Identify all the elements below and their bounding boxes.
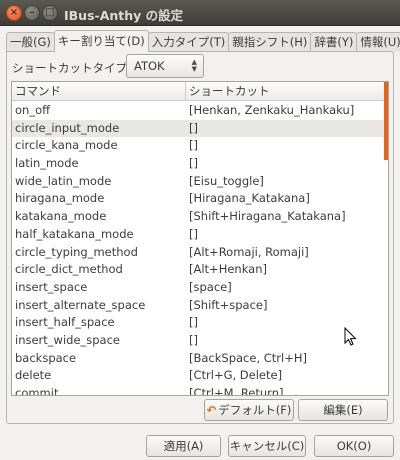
close-window-icon[interactable]: ×	[6, 5, 22, 21]
command-cell: commit	[15, 386, 59, 396]
table-row[interactable]: insert_space [space]	[12, 279, 384, 297]
tab-key-assignment[interactable]: キー割り当て(D)	[53, 30, 149, 52]
shortcut-cell: [Alt+Henkan]	[189, 262, 267, 277]
command-cell: backspace	[15, 350, 77, 365]
table-row[interactable]: latin_mode []	[12, 155, 384, 173]
command-cell: on_off	[15, 103, 51, 117]
table-row[interactable]: backspace [BackSpace, Ctrl+H]	[12, 350, 384, 368]
shortcut-cell: []	[189, 332, 198, 347]
window-title: IBus-Anthy の設定	[64, 8, 184, 23]
command-cell: latin_mode	[15, 156, 79, 171]
command-cell: insert_alternate_space	[15, 297, 146, 312]
command-cell: circle_kana_mode	[15, 138, 118, 153]
command-cell: insert_half_space	[15, 315, 115, 330]
minimize-window-icon[interactable]: –	[24, 5, 40, 21]
command-cell: circle_input_mode	[15, 120, 120, 135]
maximize-window-icon[interactable]: □	[42, 5, 58, 21]
title-bar: × – □ IBus-Anthy の設定	[0, 0, 400, 26]
table-row[interactable]: circle_typing_method [Alt+Romaji, Romaji]	[12, 244, 384, 262]
table-row[interactable]: circle_input_mode []	[12, 119, 384, 138]
tab-bar: 一般(G) キー割り当て(D) 入力タイプ(T) 親指シフト(H) 辞書(Y) …	[6, 30, 400, 52]
table-row[interactable]: circle_dict_method [Alt+Henkan]	[12, 261, 384, 279]
command-cell: delete	[15, 368, 52, 383]
shortcut-cell: [Hiragana_Katakana]	[189, 191, 310, 206]
table-row[interactable]: circle_kana_mode []	[12, 137, 384, 155]
tab-dictionary[interactable]: 辞書(Y)	[310, 32, 358, 52]
command-cell: katakana_mode	[15, 209, 107, 224]
command-cell: wide_latin_mode	[15, 173, 112, 188]
mouse-pointer-icon	[344, 327, 357, 346]
table-row[interactable]: insert_half_space []	[12, 314, 384, 332]
default-button-label: デフォルト(F)	[218, 403, 292, 417]
shortcut-cell: [Ctrl+M, Return]	[189, 386, 284, 396]
shortcut-cell: []	[189, 138, 198, 153]
column-header-command[interactable]: コマンド	[12, 82, 186, 100]
ok-button[interactable]: OK(O)	[314, 435, 394, 457]
table-row[interactable]: wide_latin_mode [Eisu_toggle]	[12, 173, 384, 191]
shortcut-type-combo[interactable]: ATOK ▲ ▼	[126, 54, 204, 78]
command-cell: hiragana_mode	[15, 191, 105, 206]
table-row[interactable]: insert_alternate_space [Shift+space]	[12, 297, 384, 315]
table-row[interactable]: insert_wide_space []	[12, 332, 384, 350]
shortcut-cell: [Alt+Romaji, Romaji]	[189, 244, 309, 259]
table-row[interactable]: half_katakana_mode []	[12, 226, 384, 244]
updown-arrows-icon: ▲ ▼	[191, 58, 197, 73]
shortcut-cell: [Henkan, Zenkaku_Hankaku]	[189, 103, 355, 117]
command-cell: half_katakana_mode	[15, 226, 134, 241]
shortcut-cell: [Shift+Hiragana_Katakana]	[189, 209, 346, 224]
command-cell: insert_space	[15, 279, 88, 294]
command-cell: circle_typing_method	[15, 244, 138, 259]
apply-button[interactable]: 適用(A)	[146, 435, 221, 457]
cancel-button[interactable]: キャンセル(C)	[228, 435, 306, 457]
table-row[interactable]: hiragana_mode [Hiragana_Katakana]	[12, 190, 384, 208]
shortcut-cell: [Shift+space]	[189, 297, 268, 312]
default-button[interactable]: ↶ デフォルト(F)	[204, 399, 294, 421]
undo-icon: ↶	[206, 403, 217, 417]
shortcut-cell: [space]	[189, 279, 232, 294]
table-row[interactable]: on_off [Henkan, Zenkaku_Hankaku]	[12, 102, 384, 120]
shortcut-cell: [Eisu_toggle]	[189, 173, 264, 188]
table-header: コマンド ショートカット	[12, 82, 388, 101]
command-cell: insert_wide_space	[15, 332, 120, 347]
table-row[interactable]: katakana_mode [Shift+Hiragana_Katakana]	[12, 208, 384, 226]
edit-button[interactable]: 編集(E)	[298, 399, 388, 421]
command-cell: circle_dict_method	[15, 262, 123, 277]
shortcut-cell: [Ctrl+G, Delete]	[189, 368, 283, 383]
tab-info[interactable]: 情報(U)	[356, 32, 400, 52]
shortcut-cell: []	[189, 120, 198, 135]
shortcut-type-value: ATOK	[134, 59, 165, 73]
shortcut-cell: []	[189, 156, 198, 171]
tab-general[interactable]: 一般(G)	[6, 32, 55, 52]
table-body: on_off [Henkan, Zenkaku_Hankaku] circle_in…	[12, 102, 384, 396]
tab-input-type[interactable]: 入力タイプ(T)	[147, 32, 230, 52]
tab-thumb-shift[interactable]: 親指シフト(H)	[228, 32, 312, 52]
shortcut-table[interactable]: コマンド ショートカット on_off [Henkan, Zenkaku_Hank…	[11, 81, 389, 396]
vertical-scrollbar[interactable]	[384, 82, 388, 160]
column-header-shortcut[interactable]: ショートカット	[186, 82, 386, 100]
shortcut-cell: []	[189, 226, 198, 241]
shortcut-cell: [BackSpace, Ctrl+H]	[189, 350, 307, 365]
shortcut-cell: []	[189, 315, 198, 330]
table-row[interactable]: delete [Ctrl+G, Delete]	[12, 367, 384, 385]
table-row[interactable]: commit [Ctrl+M, Return]	[12, 385, 384, 396]
